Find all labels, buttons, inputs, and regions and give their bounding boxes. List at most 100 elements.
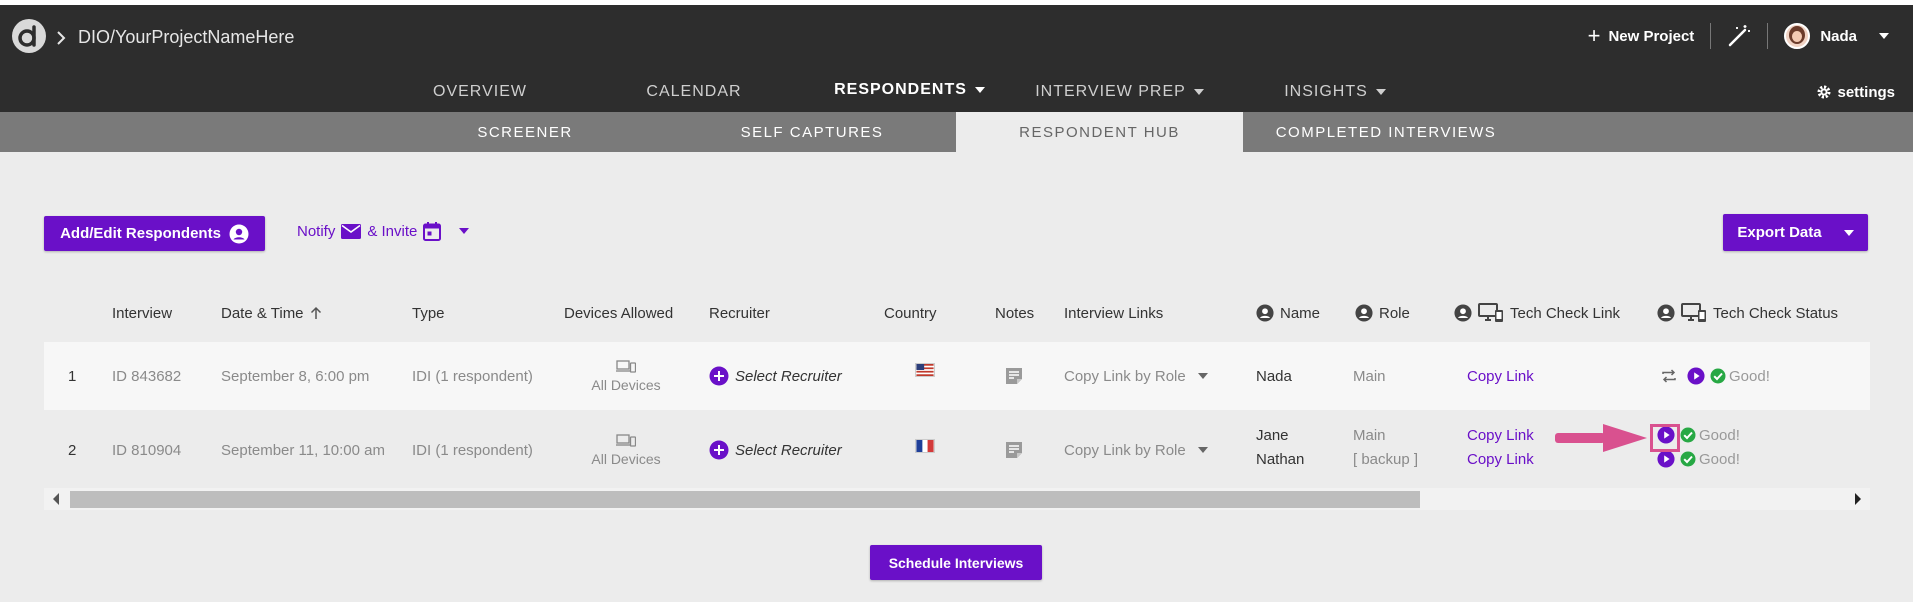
- project-name[interactable]: DIO/YourProjectNameHere: [78, 27, 294, 48]
- note-icon: [1006, 368, 1022, 384]
- subtab-completed-interviews[interactable]: COMPLETED INTERVIEWS: [1262, 112, 1510, 152]
- tab-label: OVERVIEW: [433, 83, 527, 100]
- copy-tech-check-link[interactable]: Copy Link: [1467, 342, 1534, 410]
- column-label: Interview: [112, 304, 173, 322]
- select-recruiter-label: Select Recruiter: [735, 367, 842, 385]
- copy-link-by-role-dropdown[interactable]: Copy Link by Role: [1064, 342, 1208, 410]
- notify-invite-menu[interactable]: Notify & Invite: [297, 216, 475, 246]
- respondent-role: Main: [1353, 367, 1386, 385]
- add-edit-respondents-button[interactable]: Add/Edit Respondents: [44, 216, 265, 251]
- notify-label: Notify: [297, 222, 336, 240]
- column-header-recruiter[interactable]: Recruiter: [709, 292, 770, 334]
- interview-datetime: September 11, 10:00 am: [221, 441, 385, 459]
- column-label: Role: [1379, 304, 1410, 322]
- check-circle-icon: [1680, 427, 1696, 443]
- logo-d-icon: [18, 25, 36, 47]
- column-header-devices[interactable]: Devices Allowed: [564, 292, 673, 334]
- subtab-label: RESPONDENT HUB: [1019, 123, 1180, 141]
- scroll-left-arrow-icon[interactable]: [52, 493, 60, 505]
- column-header-date-time[interactable]: Date & Time: [221, 292, 322, 334]
- tab-label: INSIGHTS: [1284, 83, 1368, 100]
- table-row[interactable]: 1 ID 843682 September 8, 6:00 pm IDI (1 …: [44, 342, 1870, 410]
- column-header-country[interactable]: Country: [884, 292, 937, 334]
- interview-datetime: September 8, 6:00 pm: [221, 367, 370, 385]
- scrollbar-thumb[interactable]: [70, 491, 1420, 508]
- subtab-respondent-hub[interactable]: RESPONDENT HUB: [956, 112, 1243, 152]
- settings-label: settings: [1837, 83, 1895, 101]
- user-name: Nada: [1820, 27, 1857, 45]
- subtab-screener[interactable]: SCREENER: [440, 112, 610, 152]
- export-label: Export Data: [1737, 224, 1822, 241]
- column-header-tech-check-link[interactable]: Tech Check Link: [1454, 292, 1620, 334]
- avatar: [1784, 23, 1811, 49]
- add-circle-icon: [709, 440, 729, 460]
- select-recruiter-button[interactable]: Select Recruiter: [709, 342, 842, 410]
- add-circle-icon: [709, 366, 729, 386]
- scroll-right-arrow-icon[interactable]: [1854, 493, 1862, 505]
- repeat-icon[interactable]: [1661, 369, 1677, 383]
- gear-icon: [1817, 85, 1831, 99]
- respondent-name: Nathan: [1256, 450, 1305, 468]
- invite-label: & Invite: [367, 222, 418, 240]
- column-header-interview-links[interactable]: Interview Links: [1064, 292, 1163, 334]
- notes-button[interactable]: [1004, 342, 1024, 410]
- subtab-label: COMPLETED INTERVIEWS: [1275, 123, 1497, 141]
- play-circle-icon[interactable]: [1687, 367, 1705, 385]
- caret-down-icon: [1193, 89, 1204, 95]
- select-recruiter-label: Select Recruiter: [735, 441, 842, 459]
- copy-tech-check-link[interactable]: Copy Link: [1467, 448, 1534, 470]
- app-logo[interactable]: [12, 19, 46, 53]
- horizontal-scrollbar[interactable]: [44, 488, 1870, 510]
- tab-insights[interactable]: INSIGHTS: [1280, 67, 1390, 117]
- devices-icon: [616, 433, 636, 447]
- notes-button[interactable]: [1004, 414, 1024, 486]
- copy-link-by-role-dropdown[interactable]: Copy Link by Role: [1064, 414, 1208, 486]
- tab-interview-prep[interactable]: INTERVIEW PREP: [1032, 67, 1207, 117]
- export-data-button[interactable]: Export Data: [1723, 214, 1868, 251]
- tech-status-label: Good!: [1699, 426, 1740, 444]
- column-header-role[interactable]: Role: [1355, 292, 1410, 334]
- divider: [1767, 23, 1769, 49]
- tech-status-label: Good!: [1729, 367, 1770, 385]
- caret-down-icon: [974, 87, 985, 93]
- subtab-label: SELF CAPTURES: [740, 123, 884, 141]
- column-label: Type: [412, 304, 445, 322]
- select-recruiter-button[interactable]: Select Recruiter: [709, 414, 842, 486]
- column-header-tech-check-status[interactable]: Tech Check Status: [1657, 292, 1838, 334]
- column-label: Tech Check Status: [1713, 304, 1839, 322]
- play-circle-icon[interactable]: [1657, 450, 1675, 468]
- respondent-name: Jane: [1256, 426, 1289, 444]
- new-project-button[interactable]: + New Project: [1588, 25, 1695, 47]
- schedule-interviews-button[interactable]: Schedule Interviews: [870, 545, 1042, 580]
- pink-arrow-annotation: [1555, 424, 1647, 452]
- settings-button[interactable]: settings: [1816, 67, 1895, 117]
- column-header-notes[interactable]: Notes: [995, 292, 1034, 334]
- caret-down-icon: [1375, 89, 1386, 95]
- divider: [1710, 23, 1712, 49]
- subtab-self-captures[interactable]: SELF CAPTURES: [722, 112, 902, 152]
- column-header-interview[interactable]: Interview: [112, 292, 172, 334]
- devices-allowed[interactable]: All Devices: [584, 342, 668, 410]
- caret-down-icon: [1843, 229, 1854, 236]
- note-icon: [1006, 442, 1022, 458]
- tab-overview[interactable]: OVERVIEW: [430, 67, 530, 117]
- column-label: Country: [884, 304, 937, 322]
- magic-wand-icon[interactable]: [1727, 24, 1751, 48]
- highlight-box-annotation: [1650, 424, 1680, 452]
- devices-allowed[interactable]: All Devices: [584, 414, 668, 486]
- tab-respondents[interactable]: RESPONDENTS: [802, 67, 1017, 117]
- us-flag-icon: [915, 363, 935, 377]
- user-circle-icon: [1657, 304, 1675, 322]
- column-label: Notes: [995, 304, 1035, 322]
- desktop-mobile-icon: [1681, 303, 1706, 322]
- column-header-type[interactable]: Type: [412, 292, 445, 334]
- user-circle-icon: [1256, 304, 1274, 322]
- column-label: Tech Check Link: [1510, 304, 1621, 322]
- copy-tech-check-link[interactable]: Copy Link: [1467, 424, 1534, 446]
- interview-id: ID 810904: [112, 441, 182, 459]
- user-menu[interactable]: Nada: [1784, 23, 1889, 49]
- column-header-name[interactable]: Name: [1256, 292, 1320, 334]
- add-edit-label: Add/Edit Respondents: [60, 225, 221, 242]
- caret-down-icon: [459, 228, 470, 234]
- tab-calendar[interactable]: CALENDAR: [640, 67, 748, 117]
